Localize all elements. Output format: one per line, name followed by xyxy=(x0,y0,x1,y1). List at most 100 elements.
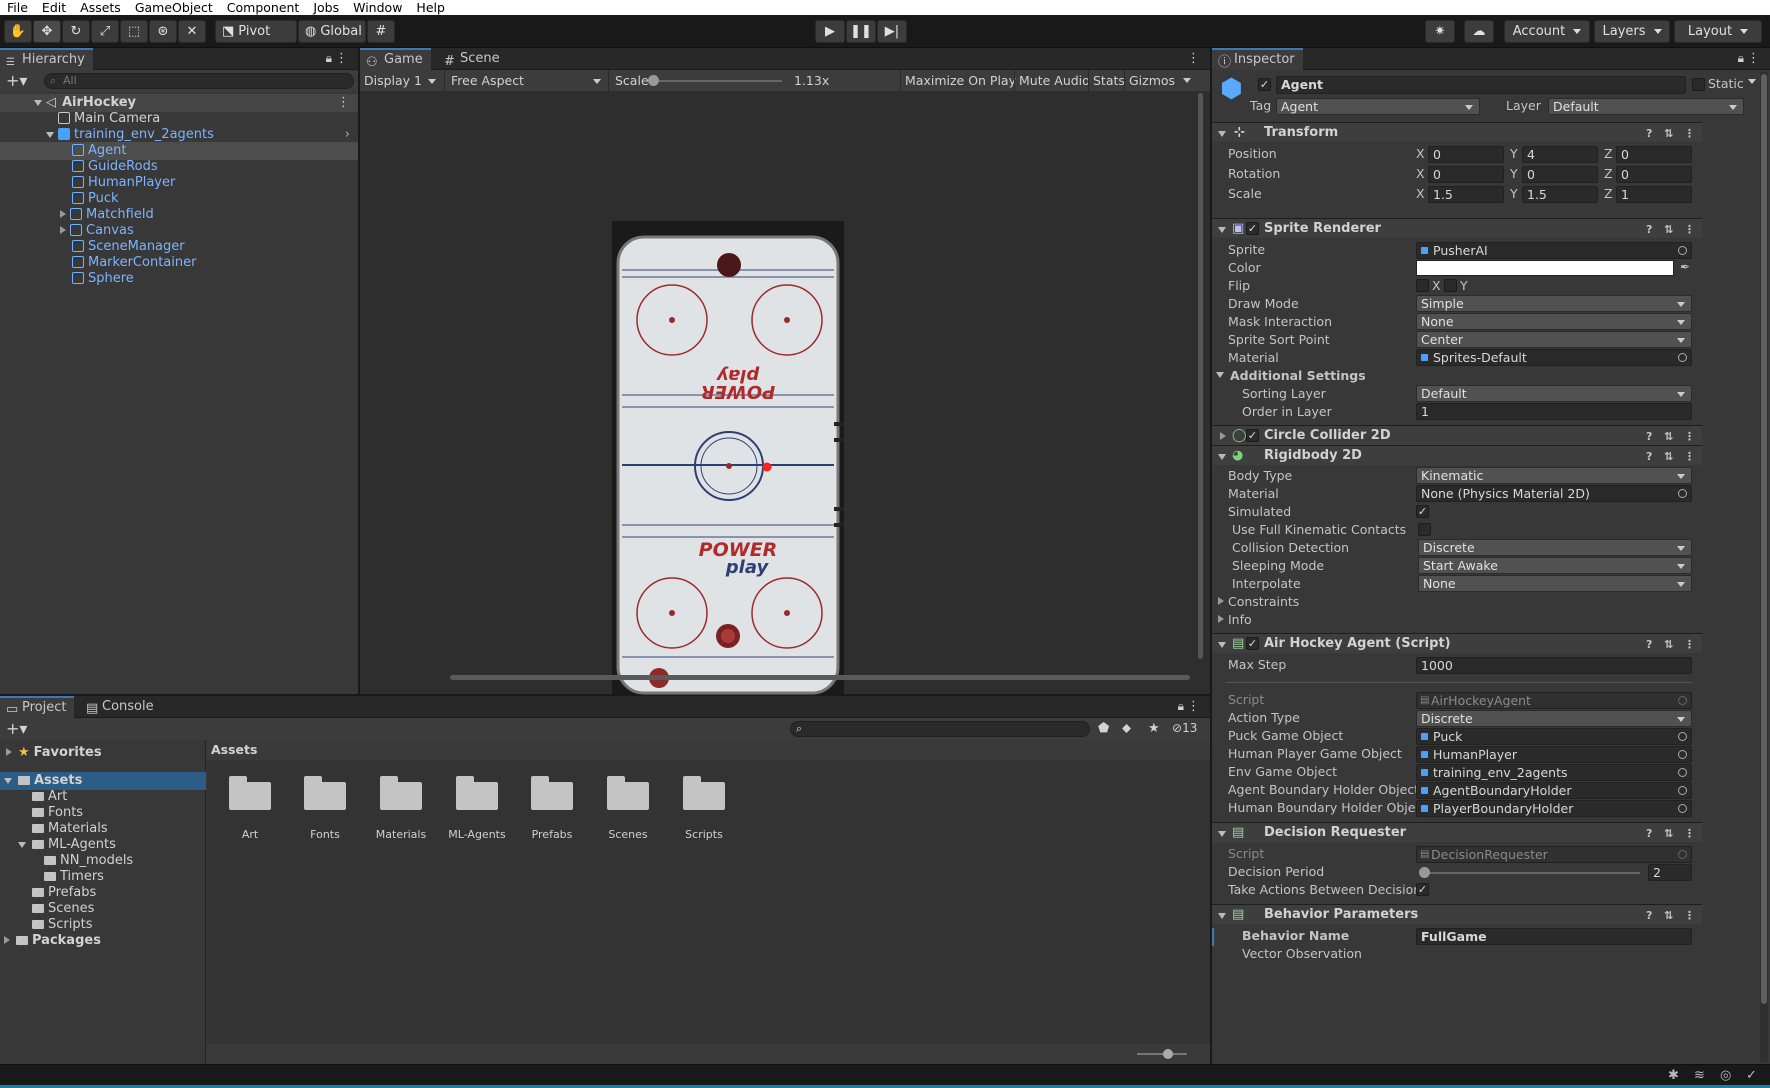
component-menu-icon[interactable]: ⋮ xyxy=(1684,824,1695,844)
pause-button[interactable]: ❚❚ xyxy=(846,20,876,43)
preset-icon[interactable]: ⇅ xyxy=(1664,427,1673,447)
additional-settings-foldout[interactable]: Additional Settings xyxy=(1216,367,1366,385)
object-picker-icon[interactable] xyxy=(1678,804,1687,813)
menu-gameobject[interactable]: GameObject xyxy=(128,0,220,15)
object-picker-icon[interactable] xyxy=(1678,768,1687,777)
circle-collider-header[interactable]: ◯ ✓ Circle Collider 2D ? ⇅ ⋮ xyxy=(1212,425,1702,445)
component-menu-icon[interactable]: ⋮ xyxy=(1684,124,1695,144)
mute-audio-toggle[interactable]: Mute Audio xyxy=(1014,70,1090,91)
decision-requester-header[interactable]: ▤ Decision Requester ? ⇅ ⋮ xyxy=(1212,822,1702,842)
chevron-down-icon[interactable] xyxy=(18,842,26,848)
breadcrumb[interactable]: Assets xyxy=(207,740,1210,760)
panel-menu-icon[interactable]: ⋮ xyxy=(335,51,348,66)
folder-art-icon[interactable] xyxy=(229,776,271,810)
static-checkbox[interactable] xyxy=(1692,78,1705,91)
game-viewport[interactable]: POWER play POWER play xyxy=(360,91,1210,707)
help-icon[interactable]: ? xyxy=(1646,427,1652,447)
preset-icon[interactable]: ⇅ xyxy=(1664,635,1673,655)
eyedropper-icon[interactable]: ✒ xyxy=(1680,260,1690,274)
decision-period-slider[interactable] xyxy=(1419,867,1640,878)
chevron-down-icon[interactable] xyxy=(1218,913,1226,919)
icon-size-slider[interactable] xyxy=(1137,1049,1187,1059)
chevron-right-icon[interactable] xyxy=(60,210,66,218)
scale-slider-handle[interactable] xyxy=(647,75,659,86)
flip-x-checkbox[interactable] xyxy=(1416,279,1429,292)
take-actions-checkbox[interactable]: ✓ xyxy=(1416,883,1429,896)
component-enabled-checkbox[interactable]: ✓ xyxy=(1246,429,1259,442)
help-icon[interactable]: ? xyxy=(1646,124,1652,144)
display-dropdown[interactable]: Display 1 xyxy=(364,70,438,91)
project-search-input[interactable]: ⌕ xyxy=(790,721,1090,737)
panel-menu-icon[interactable]: ⋮ xyxy=(1187,699,1200,714)
flip-y-checkbox[interactable] xyxy=(1444,279,1457,292)
menu-assets[interactable]: Assets xyxy=(73,0,128,15)
help-icon[interactable]: ? xyxy=(1646,906,1652,926)
behavior-parameters-header[interactable]: ▤ Behavior Parameters ? ⇅ ⋮ xyxy=(1212,904,1702,924)
chevron-down-icon[interactable] xyxy=(4,778,12,784)
order-in-layer-field[interactable]: 1 xyxy=(1416,403,1692,420)
scene-menu-icon[interactable]: ⋮ xyxy=(337,94,350,112)
hidden-packages-toggle[interactable]: ⊘13 xyxy=(1172,721,1197,735)
preset-icon[interactable]: ⇅ xyxy=(1664,220,1673,240)
active-checkbox[interactable]: ✓ xyxy=(1258,78,1271,91)
env-object-field[interactable]: training_env_2agents xyxy=(1416,764,1692,781)
component-menu-icon[interactable]: ⋮ xyxy=(1684,906,1695,926)
info-foldout[interactable]: Info xyxy=(1218,611,1252,629)
object-picker-icon[interactable] xyxy=(1678,353,1687,362)
preset-icon[interactable]: ⇅ xyxy=(1664,906,1673,926)
scale-slider[interactable] xyxy=(647,75,782,86)
lock-icon[interactable]: 🔒︎ xyxy=(326,51,332,66)
chevron-right-icon[interactable] xyxy=(1220,432,1226,440)
transform-header[interactable]: ⊹ Transform ? ⇅ ⋮ xyxy=(1212,122,1702,142)
vertical-scrollbar[interactable] xyxy=(1198,93,1203,659)
list-item-selected[interactable]: Agent xyxy=(0,142,358,160)
tab-game[interactable]: ⚇ Game xyxy=(360,48,431,70)
aspect-dropdown[interactable]: Free Aspect xyxy=(444,70,604,91)
chevron-down-icon[interactable] xyxy=(1218,227,1226,233)
panel-menu-icon[interactable]: ⋮ xyxy=(1747,51,1760,66)
maximize-on-play-toggle[interactable]: Maximize On Play xyxy=(900,70,1016,91)
component-menu-icon[interactable]: ⋮ xyxy=(1684,220,1695,240)
scale-tool-icon[interactable]: ⤢ xyxy=(91,20,119,43)
hierarchy-search-input[interactable]: ⌕ All xyxy=(44,73,354,89)
max-step-field[interactable]: 1000 xyxy=(1416,657,1692,674)
preset-icon[interactable]: ⇅ xyxy=(1664,124,1673,144)
chevron-down-icon[interactable] xyxy=(46,132,54,138)
sprite-object-field[interactable]: PusherAI xyxy=(1416,242,1692,259)
scale-x-field[interactable]: 1.5 xyxy=(1428,186,1504,203)
air-hockey-agent-header[interactable]: ▤ ✓ Air Hockey Agent (Script) ? ⇅ ⋮ xyxy=(1212,633,1702,653)
rotate-tool-icon[interactable]: ↻ xyxy=(62,20,90,43)
simulated-checkbox[interactable]: ✓ xyxy=(1416,505,1429,518)
chevron-down-icon[interactable] xyxy=(1218,454,1226,460)
full-kinematic-checkbox[interactable] xyxy=(1418,523,1431,536)
tab-scene[interactable]: # Scene xyxy=(438,48,508,70)
collision-detection-dropdown[interactable]: Discrete xyxy=(1418,539,1692,556)
scale-y-field[interactable]: 1.5 xyxy=(1522,186,1598,203)
object-picker-icon[interactable] xyxy=(1678,732,1687,741)
cache-icon[interactable]: ≋ xyxy=(1694,1068,1705,1083)
sprite-renderer-header[interactable]: ▣ ✓ Sprite Renderer ? ⇅ ⋮ xyxy=(1212,218,1702,238)
sleeping-mode-dropdown[interactable]: Start Awake xyxy=(1418,557,1692,574)
chevron-down-icon[interactable] xyxy=(1216,372,1224,378)
rotation-x-field[interactable]: 0 xyxy=(1428,166,1504,183)
static-dropdown-icon[interactable] xyxy=(1748,79,1756,84)
object-picker-icon[interactable] xyxy=(1678,786,1687,795)
menu-edit[interactable]: Edit xyxy=(35,0,73,15)
chevron-right-icon[interactable] xyxy=(6,748,12,756)
folder-scenes-icon[interactable] xyxy=(607,776,649,810)
menu-component[interactable]: Component xyxy=(220,0,307,15)
folder-materials-icon[interactable] xyxy=(380,776,422,810)
interpolate-dropdown[interactable]: None xyxy=(1418,575,1692,592)
pivot-toggle[interactable]: ⬔ Pivot xyxy=(215,20,297,43)
rotation-z-field[interactable]: 0 xyxy=(1616,166,1692,183)
move-tool-icon[interactable]: ✥ xyxy=(33,20,61,43)
decision-period-handle[interactable] xyxy=(1419,867,1430,878)
folder-fonts-icon[interactable] xyxy=(304,776,346,810)
component-menu-icon[interactable]: ⋮ xyxy=(1684,427,1695,447)
grid-snap-icon[interactable]: # xyxy=(367,20,395,43)
rigidbody-header[interactable]: ◕ Rigidbody 2D ? ⇅ ⋮ xyxy=(1212,445,1702,465)
layout-dropdown[interactable]: Layout xyxy=(1674,20,1762,43)
agent-boundary-object-field[interactable]: AgentBoundaryHolder xyxy=(1416,782,1692,799)
position-z-field[interactable]: 0 xyxy=(1616,146,1692,163)
draw-mode-dropdown[interactable]: Simple xyxy=(1416,295,1692,312)
